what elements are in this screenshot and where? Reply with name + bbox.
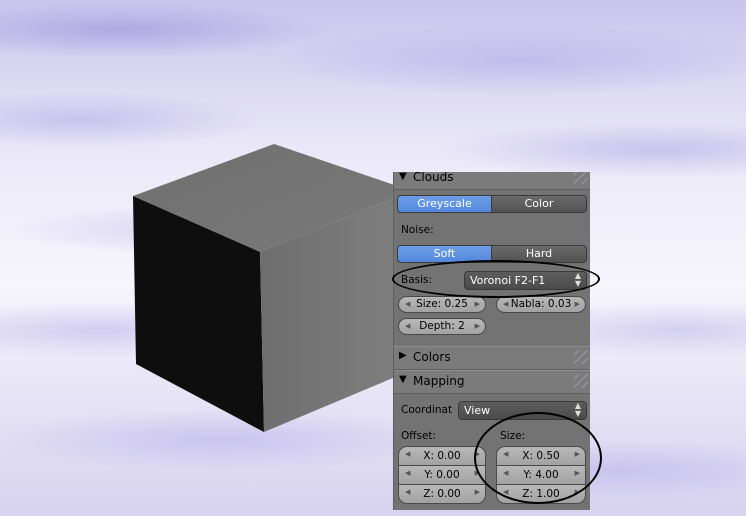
colors-panel-header[interactable]: ▶ Colors [394,346,590,370]
expand-triangle-icon[interactable]: ▼ [399,172,407,182]
clouds-panel-header[interactable]: ▼ Clouds [394,172,590,190]
nabla-value: Nabla: 0.03 [510,298,572,310]
offset-x-value: X: 0.00 [423,450,461,462]
mapping-panel-header[interactable]: ▼ Mapping [394,370,590,394]
expand-triangle-icon[interactable]: ▼ [399,374,407,385]
collapsed-triangle-icon[interactable]: ▶ [399,350,407,361]
increment-arrow-icon[interactable]: ▶ [575,297,580,312]
depth-value: Depth: 2 [419,320,465,332]
clouds-panel-title: Clouds [413,172,454,184]
panel-grip-icon[interactable] [574,172,588,184]
offset-x-field[interactable]: ◀ X: 0.00 ▶ [398,446,486,466]
color-button[interactable]: Color [491,195,587,213]
panel-grip-icon[interactable] [574,350,588,364]
cube-render [133,144,412,432]
colors-panel-title: Colors [413,350,451,364]
decrement-arrow-icon[interactable]: ◀ [405,447,410,462]
decrement-arrow-icon[interactable]: ◀ [503,297,508,312]
coordinate-value: View [464,404,491,417]
increment-arrow-icon[interactable]: ▶ [475,485,480,500]
greyscale-button[interactable]: Greyscale [397,195,492,213]
decrement-arrow-icon[interactable]: ◀ [405,485,410,500]
basis-highlight-ellipse [392,260,600,298]
3d-viewport[interactable] [0,0,746,516]
decrement-arrow-icon[interactable]: ◀ [405,297,410,312]
offset-label: Offset: [401,430,437,442]
offset-y-field[interactable]: ◀ Y: 0.00 ▶ [398,465,486,485]
size-value: Size: 0.25 [416,298,468,310]
nabla-field[interactable]: ◀ Nabla: 0.03 ▶ [496,296,586,313]
offset-y-value: Y: 0.00 [424,469,460,481]
noise-label: Noise: [401,224,434,236]
mapping-panel-title: Mapping [413,374,465,388]
offset-z-field[interactable]: ◀ Z: 0.00 ▶ [398,484,486,504]
dropdown-arrows-icon: ▲ ▼ [574,401,581,418]
panel-grip-icon[interactable] [574,374,588,388]
size-field[interactable]: ◀ Size: 0.25 ▶ [398,296,486,313]
decrement-arrow-icon[interactable]: ◀ [405,319,410,334]
size-highlight-ellipse [474,412,602,504]
increment-arrow-icon[interactable]: ▶ [475,319,480,334]
increment-arrow-icon[interactable]: ▶ [475,297,480,312]
offset-z-value: Z: 0.00 [423,488,461,500]
coordinate-label: Coordinat [401,404,453,416]
decrement-arrow-icon[interactable]: ◀ [405,466,410,481]
depth-field[interactable]: ◀ Depth: 2 ▶ [398,318,486,335]
